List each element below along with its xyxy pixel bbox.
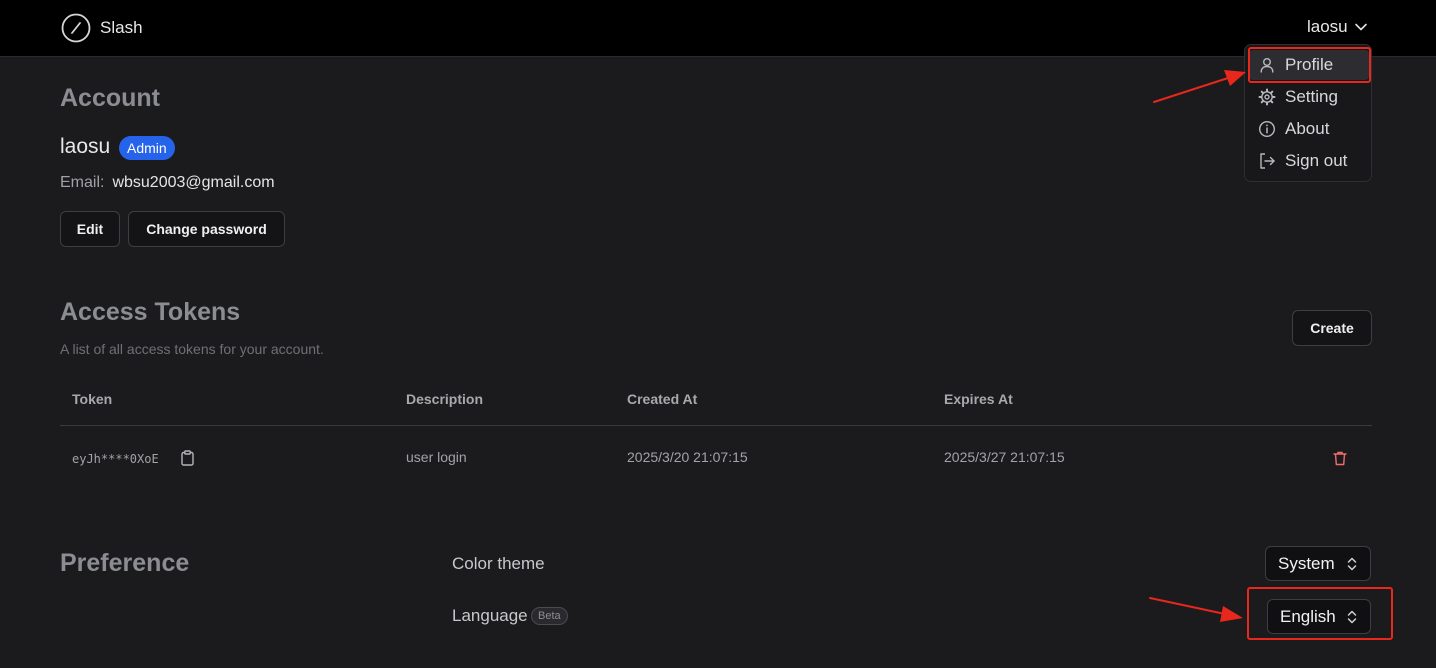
color-theme-value: System [1278,553,1335,573]
column-header-created-at: Created At [627,391,698,407]
table-divider [60,425,1372,426]
chevron-up-down-icon [1347,557,1357,571]
annotation-arrows [1149,70,1246,622]
slash-logo-icon [61,13,91,43]
email-label: Email: [60,174,105,191]
admin-badge: Admin [119,136,175,160]
preference-title: Preference [60,549,190,577]
beta-badge: Beta [531,607,568,625]
email-value: wbsu2003@gmail.com [112,174,275,191]
token-expires-at: 2025/3/27 21:07:15 [944,449,1065,465]
email-row: Email: wbsu2003@gmail.com [60,174,275,192]
edit-button[interactable]: Edit [60,211,120,247]
top-navbar: Slash laosu [0,0,1436,57]
header-username: laosu [1307,17,1348,36]
access-tokens-subtitle: A list of all access tokens for your acc… [60,341,324,357]
token-value: eyJh****0XoE [72,452,159,466]
menu-item-sign-out[interactable]: Sign out [1249,146,1369,176]
account-title: Account [60,84,160,112]
color-theme-select[interactable]: System [1265,546,1371,581]
language-label: Language [452,606,528,625]
language-highlight-box [1247,587,1393,640]
token-description: user login [406,449,467,465]
profile-highlight-box [1248,47,1371,83]
menu-item-label: Sign out [1285,151,1348,170]
change-password-button[interactable]: Change password [128,211,285,247]
info-icon [1258,120,1276,138]
arrow-annotation [1149,597,1243,622]
create-token-button[interactable]: Create [1292,310,1372,346]
menu-item-label: About [1285,119,1330,138]
token-created-at: 2025/3/20 21:07:15 [627,449,748,465]
gear-icon [1258,88,1276,106]
app-name: Slash [100,18,143,37]
clipboard-icon[interactable] [180,450,195,466]
trash-icon[interactable] [1332,450,1348,466]
user-menu-trigger[interactable]: laosu [1307,17,1368,37]
menu-item-about[interactable]: About [1249,114,1369,144]
column-header-expires-at: Expires At [944,391,1013,407]
access-tokens-title: Access Tokens [60,298,241,326]
menu-item-label: Setting [1285,87,1338,106]
color-theme-label: Color theme [452,554,545,573]
column-header-description: Description [406,391,484,407]
sign-out-icon [1260,153,1275,169]
column-header-token: Token [72,391,113,407]
brand-logo-link[interactable]: Slash [61,13,143,43]
account-username: laosu [60,135,111,158]
arrow-annotation [1153,70,1246,103]
chevron-down-icon [1354,23,1367,31]
menu-item-setting[interactable]: Setting [1249,82,1369,112]
